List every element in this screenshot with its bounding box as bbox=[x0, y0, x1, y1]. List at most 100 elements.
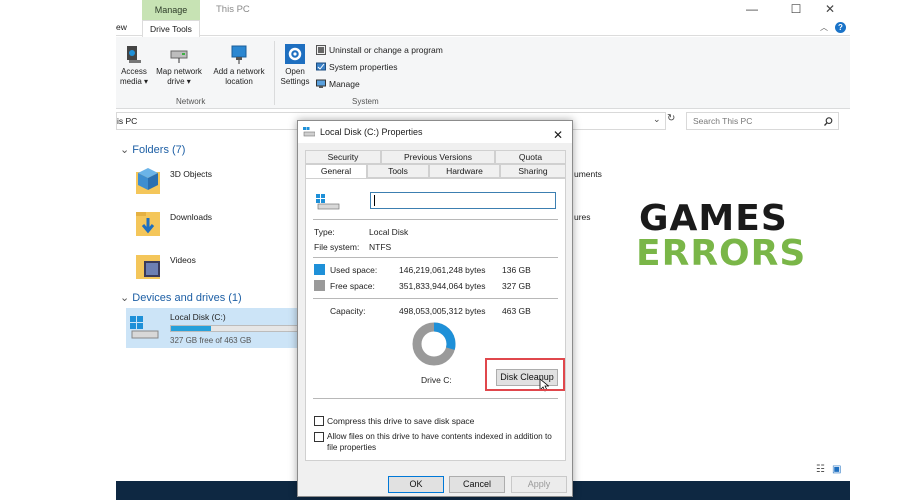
uninstall-icon bbox=[316, 45, 326, 55]
tab-sharing[interactable]: Sharing bbox=[500, 164, 566, 178]
compress-label: Compress this drive to save disk space bbox=[327, 416, 475, 426]
tab-view[interactable]: ew bbox=[116, 22, 127, 32]
folder-downloads[interactable]: Downloads bbox=[170, 212, 212, 222]
divider bbox=[313, 398, 558, 399]
search-input[interactable]: Search This PC bbox=[686, 112, 839, 130]
dialog-title-bar: Local Disk (C:) Properties ✕ bbox=[298, 121, 572, 143]
used-space-label: Used space: bbox=[330, 265, 378, 275]
window-title: This PC bbox=[216, 4, 250, 15]
close-window-button[interactable]: ✕ bbox=[820, 2, 840, 16]
capacity-label: Capacity: bbox=[330, 306, 366, 316]
tab-quota[interactable]: Quota bbox=[495, 150, 566, 164]
network-location-icon bbox=[231, 45, 247, 64]
add-network-location-label: Add a network location bbox=[213, 67, 265, 86]
type-label: Type: bbox=[314, 227, 335, 237]
ribbon-separator bbox=[274, 41, 275, 105]
text-cursor bbox=[374, 195, 375, 206]
volume-name-input[interactable] bbox=[370, 192, 556, 209]
contextual-tab-group-manage: Manage bbox=[142, 0, 200, 20]
maximize-button[interactable]: ☐ bbox=[786, 2, 806, 16]
cancel-button[interactable]: Cancel bbox=[449, 476, 505, 493]
tab-tools[interactable]: Tools bbox=[367, 164, 429, 178]
filesystem-value: NTFS bbox=[369, 242, 392, 252]
add-network-location-button[interactable]: Add a network location bbox=[208, 43, 270, 87]
drive-usage-bar bbox=[170, 325, 310, 332]
system-properties-icon bbox=[316, 62, 326, 71]
manage-button[interactable]: Manage bbox=[316, 79, 360, 89]
folder-documents-partial[interactable]: uments bbox=[574, 169, 602, 179]
devices-section-header[interactable]: ⌄ Devices and drives (1) bbox=[120, 291, 242, 304]
help-icon[interactable]: ? bbox=[835, 22, 846, 33]
divider bbox=[313, 257, 558, 258]
tab-security[interactable]: Security bbox=[305, 150, 381, 164]
folders-section-header[interactable]: ⌄ Folders (7) bbox=[120, 143, 185, 156]
access-media-button[interactable]: Access media ▾ bbox=[116, 43, 152, 87]
ribbon-body: Access media ▾ Map network drive ▾ Add a… bbox=[116, 37, 850, 109]
collapse-ribbon-icon[interactable]: ︿ bbox=[820, 22, 828, 33]
properties-dialog: Local Disk (C:) Properties ✕ Security Pr… bbox=[297, 120, 573, 497]
uninstall-program-button[interactable]: Uninstall or change a program bbox=[316, 45, 443, 55]
open-settings-label: Open Settings bbox=[280, 67, 310, 86]
drive-icon bbox=[130, 316, 159, 339]
folder-pictures-partial[interactable]: ures bbox=[574, 212, 591, 222]
manage-label: Manage bbox=[329, 79, 360, 89]
downloads-folder-icon bbox=[136, 212, 160, 236]
refresh-icon[interactable]: ↻ bbox=[667, 113, 675, 124]
videos-folder-icon bbox=[136, 255, 160, 279]
map-network-drive-button[interactable]: Map network drive ▾ bbox=[152, 43, 206, 87]
dialog-title: Local Disk (C:) Properties bbox=[320, 127, 423, 137]
address-path: is PC bbox=[117, 116, 138, 126]
dialog-close-button[interactable]: ✕ bbox=[550, 124, 566, 146]
search-placeholder: Search This PC bbox=[693, 116, 753, 126]
chevron-down-icon: ⌄ bbox=[120, 144, 133, 156]
system-properties-label: System properties bbox=[329, 62, 398, 72]
disk-usage-donut bbox=[412, 322, 456, 366]
devices-header-label: Devices and drives (1) bbox=[132, 292, 242, 304]
drive-usage-fill bbox=[171, 326, 212, 331]
drive-free-text: 327 GB free of 463 GB bbox=[170, 336, 252, 345]
ok-button[interactable]: OK bbox=[388, 476, 444, 493]
local-disk-c-item[interactable]: Local Disk (C:) 327 GB free of 463 GB bbox=[126, 308, 316, 348]
drive-large-icon bbox=[316, 194, 340, 210]
filesystem-label: File system: bbox=[314, 242, 360, 252]
open-settings-button[interactable]: Open Settings bbox=[276, 43, 314, 87]
media-icon bbox=[127, 46, 141, 63]
ribbon-tab-bar: ew Manage Drive Tools This PC — ☐ ✕ ︿ ? bbox=[116, 0, 850, 37]
used-space-gb: 136 GB bbox=[502, 265, 531, 275]
used-space-bytes: 146,219,061,248 bytes bbox=[399, 265, 486, 275]
free-space-label: Free space: bbox=[330, 281, 375, 291]
compress-checkbox[interactable] bbox=[314, 416, 324, 426]
gear-icon bbox=[285, 44, 305, 64]
index-label-line2: file properties bbox=[327, 443, 377, 452]
details-view-icon[interactable]: ☷ bbox=[816, 464, 825, 475]
general-tab-panel: Type: Local Disk File system: NTFS Used … bbox=[305, 178, 566, 461]
network-drive-icon bbox=[170, 50, 188, 63]
address-dropdown-icon[interactable]: ⌄ bbox=[653, 114, 661, 125]
drive-c-label: Drive C: bbox=[421, 375, 452, 385]
system-properties-button[interactable]: System properties bbox=[316, 62, 398, 72]
folder-3d-objects[interactable]: 3D Objects bbox=[170, 169, 212, 179]
index-label-line1: Allow files on this drive to have conten… bbox=[327, 432, 552, 441]
map-network-drive-label: Map network drive ▾ bbox=[156, 67, 202, 86]
access-media-label: Access media ▾ bbox=[119, 67, 149, 86]
tab-hardware[interactable]: Hardware bbox=[429, 164, 500, 178]
chevron-down-icon: ⌄ bbox=[120, 292, 133, 304]
search-icon bbox=[824, 117, 833, 126]
apply-button[interactable]: Apply bbox=[511, 476, 567, 493]
free-space-bytes: 351,833,944,064 bytes bbox=[399, 281, 486, 291]
type-value: Local Disk bbox=[369, 227, 409, 237]
tab-previous-versions[interactable]: Previous Versions bbox=[381, 150, 495, 164]
tab-drive-tools[interactable]: Drive Tools bbox=[142, 20, 200, 37]
free-space-gb: 327 GB bbox=[502, 281, 531, 291]
minimize-button[interactable]: — bbox=[742, 2, 762, 16]
folders-header-label: Folders (7) bbox=[132, 144, 186, 156]
computer-manage-icon bbox=[316, 79, 326, 88]
large-icons-view-icon[interactable]: ▣ bbox=[832, 464, 841, 475]
games-errors-logo-line2: ERRORS bbox=[636, 233, 807, 274]
index-checkbox[interactable] bbox=[314, 432, 324, 442]
system-group-label: System bbox=[352, 97, 379, 106]
tab-general[interactable]: General bbox=[305, 164, 367, 179]
folder-videos[interactable]: Videos bbox=[170, 255, 196, 265]
capacity-gb: 463 GB bbox=[502, 306, 531, 316]
disk-icon bbox=[303, 127, 315, 137]
